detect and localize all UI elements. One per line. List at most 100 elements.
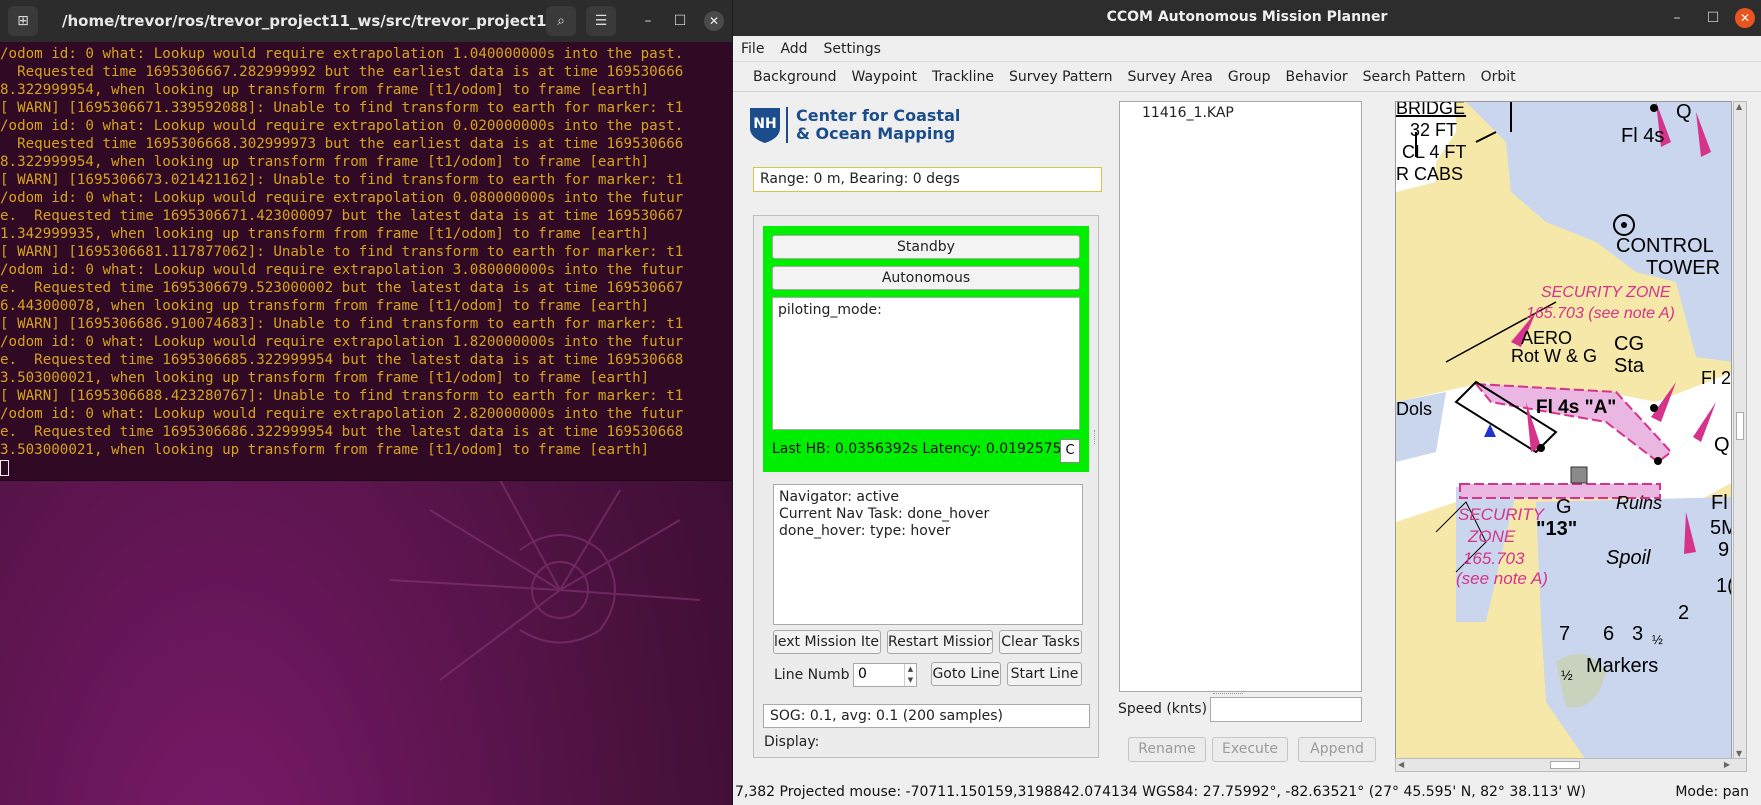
label-zone-2: ZONE: [1467, 527, 1516, 546]
label-half: ½: [1561, 667, 1573, 683]
label-cg: CG: [1614, 333, 1644, 355]
unh-shield-icon: NH: [750, 108, 780, 143]
label-half-b: ½: [1652, 632, 1663, 647]
scroll-down-icon[interactable]: ▼: [1736, 749, 1742, 758]
label-9: 9: [1718, 539, 1729, 561]
terminal-line: 8.322999954, when looking up transform f…: [0, 154, 650, 170]
label-g: G: [1556, 496, 1572, 518]
autonomous-button[interactable]: Autonomous: [772, 266, 1080, 290]
chart-horizontal-scrollbar[interactable]: ◀ ▶: [1395, 758, 1747, 772]
toolbar-orbit[interactable]: Orbit: [1481, 69, 1516, 85]
beacon-icon: [1650, 404, 1658, 412]
beacon-icon: [1537, 444, 1545, 452]
terminal-line: 6.443000078, when looking up transform f…: [0, 298, 650, 314]
speed-input[interactable]: [1210, 697, 1362, 722]
terminal-line: e. Requested time 1695306686.322999954 b…: [0, 424, 684, 440]
terminal-line: /odom id: 0 what: Lookup would require e…: [0, 262, 684, 278]
label-fl: Fl: [1711, 492, 1728, 514]
search-icon[interactable]: ⌕: [546, 6, 576, 36]
label-fl4s: Fl 4s: [1621, 125, 1664, 147]
range-bearing-readout: Range: 0 m, Bearing: 0 degs: [753, 167, 1102, 192]
chart-vertical-scrollbar[interactable]: ▲ ▼: [1733, 101, 1747, 759]
menu-file[interactable]: File: [741, 41, 764, 57]
terminal-window[interactable]: ⊞ /home/trevor/ros/trevor_project11_ws/s…: [0, 0, 732, 481]
label-tower: TOWER: [1646, 257, 1720, 279]
toolbar-group[interactable]: Group: [1228, 69, 1271, 85]
menu-settings[interactable]: Settings: [824, 41, 881, 57]
standby-button[interactable]: Standby: [772, 235, 1080, 259]
close-icon[interactable]: ✕: [704, 11, 724, 31]
label-10: 1(: [1716, 575, 1732, 597]
label-note-2: (see note A): [1456, 569, 1548, 588]
restart-mission-button[interactable]: Restart Mission: [887, 630, 993, 654]
toolbar-behavior[interactable]: Behavior: [1285, 69, 1347, 85]
piloting-mode-text[interactable]: piloting_mode:: [772, 297, 1080, 430]
terminal-titlebar: ⊞ /home/trevor/ros/trevor_project11_ws/s…: [0, 0, 732, 42]
line-number-spinbox[interactable]: 0 ▲ ▼: [853, 663, 917, 687]
navigator-status-text[interactable]: Navigator: active Current Nav Task: done…: [773, 484, 1083, 625]
nautical-chart-view[interactable]: BRIDGE 32 FT CL 4 FT R CABS Q Fl 4s CONT…: [1395, 101, 1732, 759]
minimize-icon[interactable]: –: [632, 13, 664, 29]
horizontal-scroll-thumb[interactable]: [1550, 761, 1580, 769]
rename-button[interactable]: Rename: [1128, 737, 1206, 762]
mission-planner-window: CCOM Autonomous Mission Planner – ☐ ✕ Fi…: [732, 0, 1761, 805]
menu-add[interactable]: Add: [780, 41, 807, 57]
toolbar-survey-pattern[interactable]: Survey Pattern: [1009, 69, 1113, 85]
close-icon[interactable]: ✕: [1735, 8, 1755, 28]
hover-type-line: done_hover: type: hover: [779, 523, 951, 539]
c-button[interactable]: C: [1060, 439, 1080, 463]
line-number-value: 0: [858, 666, 867, 682]
label-control: CONTROL: [1616, 235, 1714, 257]
toolbar-search-pattern[interactable]: Search Pattern: [1363, 69, 1466, 85]
label-markers: Markers: [1586, 655, 1658, 677]
terminal-line: e. Requested time 1695306685.322999954 b…: [0, 352, 684, 368]
next-mission-item-button[interactable]: lext Mission Iter: [773, 630, 881, 654]
control-tower-dot: [1621, 222, 1627, 228]
toolbar-trackline[interactable]: Trackline: [932, 69, 994, 85]
terminal-line: 8.322999954, when looking up transform f…: [0, 82, 650, 98]
label-fl2: Fl 2.: [1701, 368, 1732, 388]
terminal-line: [ WARN] [1695306681.117877062]: Unable t…: [0, 244, 684, 260]
maximize-icon[interactable]: ☐: [1695, 10, 1731, 26]
execute-button[interactable]: Execute: [1212, 737, 1288, 762]
terminal-line: /odom id: 0 what: Lookup would require e…: [0, 46, 684, 62]
scroll-right-icon[interactable]: ▶: [1724, 760, 1730, 769]
tree-item-chart[interactable]: 11416_1.KAP: [1142, 105, 1234, 121]
vertical-scroll-thumb[interactable]: [1736, 412, 1744, 440]
toolbar-background[interactable]: Background: [753, 69, 837, 85]
maximize-icon[interactable]: ☐: [664, 13, 696, 29]
nav-task-line: Current Nav Task: done_hover: [779, 506, 990, 522]
sog-readout: SOG: 0.1, avg: 0.1 (200 samples): [763, 704, 1090, 728]
label-dols: Dols: [1396, 399, 1432, 419]
panel-splitter[interactable]: [1094, 430, 1097, 444]
beacon-icon: [1654, 457, 1662, 465]
label-cl4: CL 4 FT: [1402, 142, 1466, 162]
label-5m: 5M: [1710, 517, 1732, 539]
spin-arrows-icon[interactable]: ▲ ▼: [904, 664, 916, 686]
logo-line-1: Center for Coastal: [796, 106, 961, 125]
label-security-2: SECURITY: [1458, 505, 1546, 524]
terminal-line: /odom id: 0 what: Lookup would require e…: [0, 334, 684, 350]
svg-text:NH: NH: [753, 116, 776, 132]
scroll-left-icon[interactable]: ◀: [1398, 760, 1404, 769]
hamburger-menu-icon[interactable]: ☰: [586, 6, 616, 36]
toolbar-survey-area[interactable]: Survey Area: [1127, 69, 1212, 85]
new-tab-icon[interactable]: ⊞: [8, 6, 38, 36]
scroll-up-icon[interactable]: ▲: [1736, 102, 1742, 111]
append-button[interactable]: Append: [1298, 737, 1376, 762]
terminal-line: /odom id: 0 what: Lookup would require e…: [0, 118, 684, 134]
terminal-line: e. Requested time 1695306671.423000097 b…: [0, 208, 684, 224]
logo-line-2: & Ocean Mapping: [796, 124, 956, 143]
goto-line-button[interactable]: Goto Line: [931, 662, 1001, 686]
toolbar-waypoint[interactable]: Waypoint: [852, 69, 918, 85]
nautical-chart-map[interactable]: BRIDGE 32 FT CL 4 FT R CABS Q Fl 4s CONT…: [1396, 102, 1732, 759]
terminal-line: Requested time 1695306668.302999973 but …: [0, 136, 684, 152]
minimize-icon[interactable]: –: [1659, 10, 1695, 26]
display-label: Display:: [764, 734, 820, 750]
start-line-button[interactable]: Start Line: [1007, 662, 1082, 686]
label-security-zone-1: SECURITY ZONE: [1541, 284, 1671, 301]
mission-tree[interactable]: 11416_1.KAP: [1119, 101, 1362, 692]
tree-splitter-handle[interactable]: [1213, 693, 1243, 696]
clear-tasks-button[interactable]: Clear Tasks: [999, 630, 1082, 654]
terminal-output[interactable]: /odom id: 0 what: Lookup would require e…: [0, 42, 732, 479]
